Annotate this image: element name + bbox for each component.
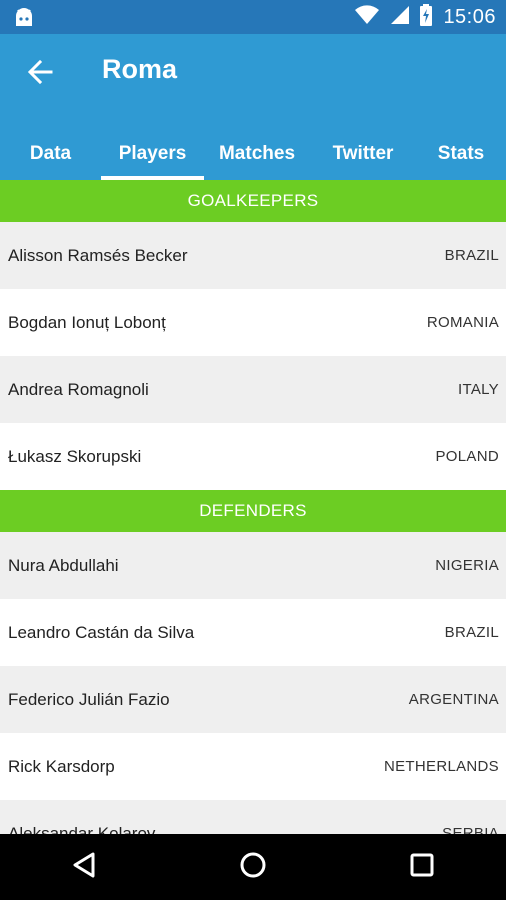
player-country: ARGENTINA (408, 691, 499, 708)
player-name: Rick Karsdorp (8, 756, 115, 776)
tab-twitter[interactable]: Twitter (310, 128, 416, 180)
section-header-defenders: DEFENDERS (0, 490, 506, 532)
player-name: Aleksandar Kolarov (8, 823, 156, 835)
wifi-icon (355, 4, 380, 30)
nav-recents-button[interactable] (392, 842, 452, 892)
tab-label: Twitter (332, 143, 394, 164)
player-name: Leandro Castán da Silva (8, 622, 195, 642)
list-item[interactable]: Nura Abdullahi NIGERIA (0, 532, 506, 599)
player-country: BRAZIL (444, 624, 499, 641)
tab-label: Matches (218, 143, 296, 164)
tab-matches[interactable]: Matches (204, 128, 310, 180)
arrow-back-icon (27, 59, 53, 90)
player-country: ITALY (458, 381, 499, 398)
player-country: BRAZIL (444, 247, 499, 264)
android-debug-icon (12, 6, 36, 28)
players-list[interactable]: GOALKEEPERS Alisson Ramsés Becker BRAZIL… (0, 180, 506, 834)
list-item[interactable]: Alisson Ramsés Becker BRAZIL (0, 222, 506, 289)
back-button[interactable] (22, 56, 58, 92)
tab-label: Stats (437, 143, 485, 164)
tab-data[interactable]: Data (0, 128, 101, 180)
player-name: Alisson Ramsés Becker (8, 245, 188, 265)
player-name: Bogdan Ionuț Lobonț (8, 312, 166, 332)
section-header-goalkeepers: GOALKEEPERS (0, 180, 506, 222)
app-bar: Roma Data Players Matches Twitter Stats (0, 34, 506, 180)
player-name: Federico Julián Fazio (8, 689, 170, 709)
list-item[interactable]: Andrea Romagnoli ITALY (0, 356, 506, 423)
battery-charging-icon (419, 3, 433, 31)
list-item[interactable]: Leandro Castán da Silva BRAZIL (0, 599, 506, 666)
list-item[interactable]: Federico Julián Fazio ARGENTINA (0, 666, 506, 733)
player-name: Nura Abdullahi (8, 555, 119, 575)
page-title: Roma (102, 54, 178, 84)
tab-label: Players (118, 143, 187, 164)
signal-icon (389, 5, 410, 30)
list-item[interactable]: Łukasz Skorupski POLAND (0, 423, 506, 490)
list-item[interactable]: Aleksandar Kolarov SERBIA (0, 800, 506, 834)
player-country: NIGERIA (435, 557, 499, 574)
nav-home-button[interactable] (223, 842, 283, 892)
player-country: ROMANIA (426, 314, 499, 331)
status-bar: 15:06 (0, 0, 506, 34)
recents-square-icon (409, 852, 435, 883)
player-name: Andrea Romagnoli (8, 379, 149, 399)
player-country: SERBIA (442, 825, 499, 834)
tab-stats[interactable]: Stats (416, 128, 506, 180)
player-name: Łukasz Skorupski (8, 446, 142, 466)
nav-back-button[interactable] (54, 842, 114, 892)
player-country: NETHERLANDS (384, 758, 499, 775)
list-item[interactable]: Bogdan Ionuț Lobonț ROMANIA (0, 289, 506, 356)
home-circle-icon (239, 851, 267, 884)
back-triangle-icon (71, 851, 97, 884)
tab-players[interactable]: Players (101, 128, 204, 180)
tab-bar: Data Players Matches Twitter Stats (0, 128, 506, 180)
navigation-bar (0, 834, 506, 900)
status-time: 15:06 (443, 5, 496, 28)
list-item[interactable]: Rick Karsdorp NETHERLANDS (0, 733, 506, 800)
player-country: POLAND (435, 448, 499, 465)
tab-label: Data (29, 143, 72, 164)
